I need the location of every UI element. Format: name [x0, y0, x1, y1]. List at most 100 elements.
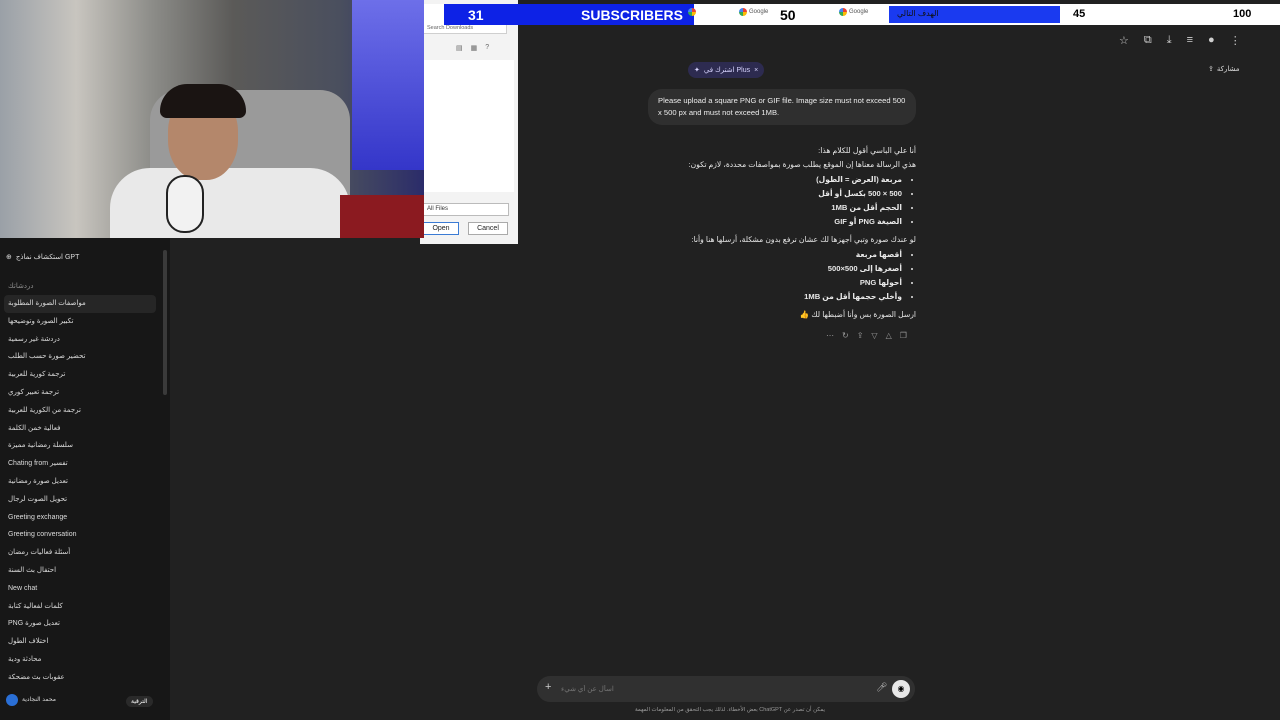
banner-count-left: 31	[468, 7, 484, 23]
chat-item[interactable]: عقوبات بث مضحكة	[0, 669, 160, 687]
gpt-grid-icon: ⊕	[6, 254, 12, 261]
download-icon[interactable]: ⤓	[1167, 34, 1172, 48]
prompt-input[interactable]	[559, 681, 869, 697]
more-icon[interactable]: ⋮	[1230, 34, 1241, 48]
chat-item[interactable]: أسئلة فعاليات رمضان	[0, 544, 160, 562]
chat-item[interactable]: محادثة ودية	[0, 651, 160, 669]
chat-item[interactable]: تعديل صورة رمضانية	[0, 473, 160, 491]
chat-item[interactable]: ترجمة من الكورية للعربية	[0, 402, 160, 420]
browser-toolbar: ☆ ⧉ ⤓ ≡ ● ⋮	[1119, 34, 1241, 48]
close-icon[interactable]: ×	[754, 67, 758, 74]
thumbs-up-icon[interactable]: △	[886, 331, 892, 340]
file-dialog: Search Downloads ▤ ▦ ? All Files Open Ca…	[420, 0, 518, 244]
plus-pill-label: اشترك في Plus	[703, 67, 751, 74]
banner-title: SUBSCRIBERS	[581, 7, 683, 23]
spec-item: 500 × 500 بكسل أو أقل	[640, 187, 902, 201]
explore-gpts-link[interactable]: ⊕ استكشاف نماذج GPT	[6, 253, 79, 261]
user-name: محمد النجادية	[22, 696, 56, 703]
microphone	[166, 175, 204, 233]
step-item: أقصها مربعة	[640, 248, 902, 262]
upgrade-button[interactable]: الترقية	[126, 696, 153, 707]
chat-item[interactable]: تكبير الصورة وتوضيحها	[0, 313, 160, 331]
google-icon	[839, 8, 847, 16]
google-icon	[739, 8, 747, 16]
plus-upsell-pill[interactable]: ✦ اشترك في Plus ×	[688, 62, 765, 78]
step-item: وأخلي حجمها أقل من 1MB	[640, 290, 902, 304]
chat-item[interactable]: تحويل الصوت لرجال	[0, 491, 160, 509]
chat-item[interactable]: كلمات لفعالية كتابة	[0, 598, 160, 616]
sparkle-icon: ✦	[694, 67, 700, 74]
chat-item[interactable]: ترجمة كورية للعربية	[0, 366, 160, 384]
profile-icon[interactable]: ●	[1208, 34, 1215, 48]
dialog-file-area[interactable]	[424, 60, 514, 192]
goal-progress-bar: الهدف التالي	[889, 6, 1060, 23]
puzzle-icon[interactable]: ⧉	[1144, 34, 1152, 48]
assistant-message: أنا علي الباسي أقول للكلام هذا: هذي الرس…	[640, 144, 916, 322]
explore-gpts-label: استكشاف نماذج GPT	[15, 254, 80, 261]
chat-item[interactable]: مواصفات الصورة المطلوبة	[4, 295, 156, 313]
sidebar-scrollbar[interactable]	[163, 250, 167, 395]
subscriber-banner: 31 SUBSCRIBERS Google 50 Google الهدف ال…	[424, 4, 1280, 25]
webcam-background	[352, 0, 424, 170]
chat-item[interactable]: Chating from تفسير	[0, 455, 160, 473]
file-type-select[interactable]: All Files	[423, 203, 509, 216]
voice-icon[interactable]: ◉	[892, 680, 910, 698]
chat-item[interactable]: تحضير صورة حسب الطلب	[0, 348, 160, 366]
mic-icon[interactable]: 🎤︎	[876, 682, 887, 693]
chat-item[interactable]: ترجمة تعبير كوري	[0, 384, 160, 402]
dialog-view-controls: ▤ ▦ ?	[456, 44, 489, 52]
share-icon[interactable]: ⇪	[857, 331, 864, 340]
pane-icon[interactable]: ▦	[471, 44, 478, 52]
chat-item[interactable]: دردشة غير رسمية	[0, 331, 160, 349]
spec-item: مربعة (العرض = الطول)	[640, 173, 902, 187]
share-button[interactable]: ⇪ مشاركة	[1208, 65, 1239, 73]
user-profile[interactable]: محمد النجادية	[6, 694, 62, 706]
share-label: مشاركة	[1216, 66, 1240, 73]
chat-item[interactable]: فعالية خمن الكلمة	[0, 420, 160, 438]
chat-item[interactable]: احتفال بث السنة	[0, 562, 160, 580]
google-icon	[688, 8, 696, 16]
help-icon[interactable]: ?	[485, 44, 489, 52]
regenerate-icon[interactable]: ↻	[842, 331, 849, 340]
menu-icon[interactable]: ≡	[1187, 34, 1193, 48]
steps-list: أقصها مربعة أصغرها إلى 500×500 أحولها PN…	[640, 248, 916, 304]
message-actions: ⋯ ↻ ⇪ ▽ △ ❐	[826, 331, 907, 340]
streamer-body	[110, 168, 350, 238]
open-button[interactable]: Open	[423, 222, 459, 235]
thumbs-down-icon[interactable]: ▽	[871, 331, 877, 340]
red-cushion	[340, 195, 424, 238]
plus-icon[interactable]: +	[545, 681, 551, 693]
composer: + 🎤︎ ◉	[537, 676, 915, 702]
assistant-line: هذي الرسالة معناها إن الموقع يطلب صورة ب…	[688, 160, 916, 169]
google-label: Google	[849, 9, 869, 15]
view-icon[interactable]: ▤	[456, 44, 463, 52]
share-icon: ⇪	[1208, 66, 1214, 73]
google-badge	[688, 8, 696, 16]
step-item: أحولها PNG	[640, 276, 902, 290]
copy-icon[interactable]: ❐	[900, 331, 907, 340]
chat-item[interactable]: Greeting conversation	[0, 526, 160, 544]
webcam-overlay	[0, 0, 424, 238]
chat-item[interactable]: اختلاف الطول	[0, 633, 160, 651]
banner-count-mid: 50	[780, 7, 796, 23]
chats-section-label: دردشاتك	[8, 283, 34, 290]
assistant-line: ارسل الصورة بس وأنا أضبطها لك 👍	[799, 310, 916, 319]
google-badge: Google	[739, 8, 768, 16]
step-item: أصغرها إلى 500×500	[640, 262, 902, 276]
star-icon[interactable]: ☆	[1119, 34, 1129, 48]
assistant-line: أنا علي الباسي أقول للكلام هذا:	[818, 146, 916, 155]
chat-item[interactable]: PNG تعديل صورة	[0, 615, 160, 633]
avatar	[6, 694, 18, 706]
chat-item[interactable]: سلسلة رمضانية مميزة	[0, 437, 160, 455]
assistant-line: لو عندك صورة وتبي أجهزها لك عشان ترفع بد…	[691, 235, 916, 244]
chat-item[interactable]: New chat	[0, 580, 160, 598]
cancel-button[interactable]: Cancel	[468, 222, 508, 235]
headset	[160, 84, 246, 118]
google-label: Google	[749, 9, 769, 15]
more-options-icon[interactable]: ⋯	[826, 331, 834, 340]
chat-item[interactable]: Greeting exchange	[0, 509, 160, 527]
google-badge: Google	[839, 8, 868, 16]
user-message: Please upload a square PNG or GIF file. …	[648, 89, 916, 125]
goal-current: 45	[1073, 8, 1086, 20]
goal-label: الهدف التالي	[897, 9, 939, 18]
